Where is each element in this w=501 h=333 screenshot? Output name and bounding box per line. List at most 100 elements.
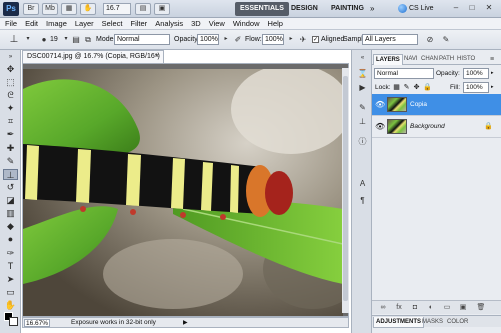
brush-panel-icon[interactable]: ▤ — [70, 34, 82, 45]
document-tab-close-icon[interactable]: × — [155, 51, 159, 63]
lock-pixels-icon[interactable]: ✎ — [403, 84, 410, 91]
menu-view[interactable]: View — [209, 18, 225, 30]
close-button[interactable]: ✕ — [482, 2, 496, 14]
pen-tool-icon[interactable]: ✑ — [3, 248, 18, 259]
screen-mode-icon[interactable]: ▣ — [154, 3, 170, 15]
arrange-documents-icon[interactable]: ▤ — [135, 3, 151, 15]
fill-arrow-icon[interactable]: ▸ — [491, 82, 494, 93]
tab-navigator[interactable]: NAVI — [402, 54, 420, 65]
spot-healing-tool-icon[interactable]: ✚ — [3, 143, 18, 154]
sample-select[interactable]: All Layers — [362, 34, 418, 45]
marquee-tool-icon[interactable]: ⬚ — [3, 77, 18, 88]
lasso-tool-icon[interactable]: ᘓ — [3, 90, 18, 101]
add-mask-icon[interactable]: ◘ — [410, 303, 420, 313]
gradient-tool-icon[interactable]: ▥ — [3, 208, 18, 219]
hand-tool-icon[interactable]: ✋ — [3, 300, 18, 311]
blur-tool-icon[interactable]: ◆ — [3, 221, 18, 232]
mini-bridge-icon[interactable]: Mb — [42, 3, 58, 15]
move-tool-icon[interactable]: ✥ — [3, 64, 18, 75]
fill-input[interactable]: 100% — [463, 82, 489, 93]
ignore-adjustment-layers-icon[interactable]: ⊘ — [424, 34, 436, 45]
tools-collapse-icon[interactable]: » — [3, 52, 18, 63]
layer-row-background[interactable]: 👁 Background 🔒 — [372, 116, 501, 138]
visibility-eye-icon[interactable]: 👁 — [375, 123, 385, 131]
cs-live-button[interactable]: CS Live — [398, 2, 434, 16]
grid-icon[interactable]: ▦ — [61, 3, 77, 15]
workspace-design-button[interactable]: DESIGN — [286, 2, 323, 16]
menu-window[interactable]: Window — [233, 18, 260, 30]
maximize-button[interactable]: □ — [465, 2, 479, 14]
menu-analysis[interactable]: Analysis — [155, 18, 183, 30]
flow-input[interactable]: 100% — [262, 34, 284, 45]
link-layers-icon[interactable]: ∞ — [378, 303, 388, 313]
zoom-level-select[interactable]: 16.7 — [103, 3, 131, 15]
tab-masks[interactable]: MASKS — [420, 317, 445, 328]
workspace-essentials-button[interactable]: ESSENTIALS — [235, 2, 289, 16]
menu-file[interactable]: File — [5, 18, 17, 30]
scroll-thumb[interactable] — [343, 76, 348, 301]
tab-layers[interactable]: LAYERS — [373, 54, 403, 65]
crop-tool-icon[interactable]: ⌗ — [3, 116, 18, 127]
character-panel-icon[interactable]: A — [356, 178, 369, 190]
layer-opacity-input[interactable]: 100% — [463, 68, 489, 79]
image-canvas[interactable] — [23, 69, 343, 317]
dodge-tool-icon[interactable]: ● — [3, 234, 18, 245]
layer-row-copia[interactable]: 👁 Copia — [372, 94, 501, 116]
lock-position-icon[interactable]: ✥ — [413, 84, 420, 91]
menu-select[interactable]: Select — [102, 18, 123, 30]
lock-transparency-icon[interactable]: ▦ — [393, 84, 400, 91]
new-layer-icon[interactable]: ▣ — [458, 303, 468, 313]
adjustment-layer-icon[interactable]: ◐ — [426, 303, 436, 313]
document-tab[interactable]: DSC00714.jpg @ 16.7% (Copia, RGB/16*) * … — [22, 50, 164, 72]
panel-menu-icon[interactable]: ≡ — [488, 54, 496, 65]
path-selection-tool-icon[interactable]: ➤ — [3, 274, 18, 285]
actions-panel-icon[interactable]: ▶ — [356, 82, 369, 94]
brush-tool-icon[interactable]: ✎ — [3, 156, 18, 167]
brush-size-value[interactable]: 19 — [50, 36, 58, 43]
eraser-tool-icon[interactable]: ◪ — [3, 195, 18, 206]
clone-source-panel-icon[interactable]: ⊥ — [356, 116, 369, 128]
clone-stamp-preset-icon[interactable]: ⊥ — [8, 34, 20, 45]
document-vertical-scrollbar[interactable] — [342, 68, 349, 313]
quick-selection-tool-icon[interactable]: ✦ — [3, 103, 18, 114]
airbrush-icon[interactable]: ✈ — [297, 34, 309, 45]
delete-layer-icon[interactable]: 🗑 — [476, 303, 486, 313]
history-panel-icon[interactable]: ⌛ — [356, 68, 369, 80]
brush-preview-icon[interactable]: ● — [38, 34, 50, 45]
menu-filter[interactable]: Filter — [131, 18, 148, 30]
minimize-button[interactable]: – — [449, 2, 463, 14]
history-brush-tool-icon[interactable]: ↺ — [3, 182, 18, 193]
new-group-icon[interactable]: ▭ — [442, 303, 452, 313]
workspace-painting-button[interactable]: PAINTING — [326, 2, 369, 16]
bridge-icon[interactable]: Br — [23, 3, 39, 15]
shape-tool-icon[interactable]: ▭ — [3, 287, 18, 298]
background-color-swatch[interactable] — [9, 317, 18, 326]
eyedropper-tool-icon[interactable]: ✒ — [3, 129, 18, 140]
menu-help[interactable]: Help — [268, 18, 283, 30]
tab-paths[interactable]: PATH — [437, 54, 456, 65]
layer-blend-mode-select[interactable]: Normal — [374, 68, 434, 79]
type-tool-icon[interactable]: T — [3, 261, 18, 272]
menu-image[interactable]: Image — [46, 18, 67, 30]
clone-stamp-tool-icon[interactable]: ⊥ — [3, 169, 18, 180]
pressure-opacity-icon[interactable]: ✐ — [232, 34, 244, 45]
expand-panels-icon[interactable]: « — [356, 52, 369, 64]
lock-all-icon[interactable]: 🔒 — [423, 84, 432, 91]
tab-adjustments[interactable]: ADJUSTMENTS — [373, 317, 425, 328]
paragraph-panel-icon[interactable]: ¶ — [356, 195, 369, 207]
more-workspaces-button[interactable]: » — [370, 2, 374, 16]
status-zoom-field[interactable]: 16.67% — [24, 319, 50, 327]
tab-histogram[interactable]: HISTO — [455, 54, 477, 65]
hand-icon[interactable]: ✋ — [80, 3, 96, 15]
brush-presets-panel-icon[interactable]: ✎ — [356, 102, 369, 114]
status-menu-arrow-icon[interactable]: ▶ — [183, 319, 188, 327]
layer-opacity-arrow-icon[interactable]: ▸ — [491, 68, 494, 79]
layer-style-icon[interactable]: fx — [394, 303, 404, 313]
mode-select[interactable]: Normal — [114, 34, 170, 45]
clone-source-icon[interactable]: ⧉ — [82, 34, 94, 45]
menu-edit[interactable]: Edit — [25, 18, 38, 30]
preset-dropdown-icon[interactable]: ▾ — [22, 34, 34, 45]
menu-layer[interactable]: Layer — [75, 18, 94, 30]
visibility-eye-icon[interactable]: 👁 — [375, 101, 385, 109]
flow-dropdown-icon[interactable]: ▸ — [285, 34, 297, 45]
